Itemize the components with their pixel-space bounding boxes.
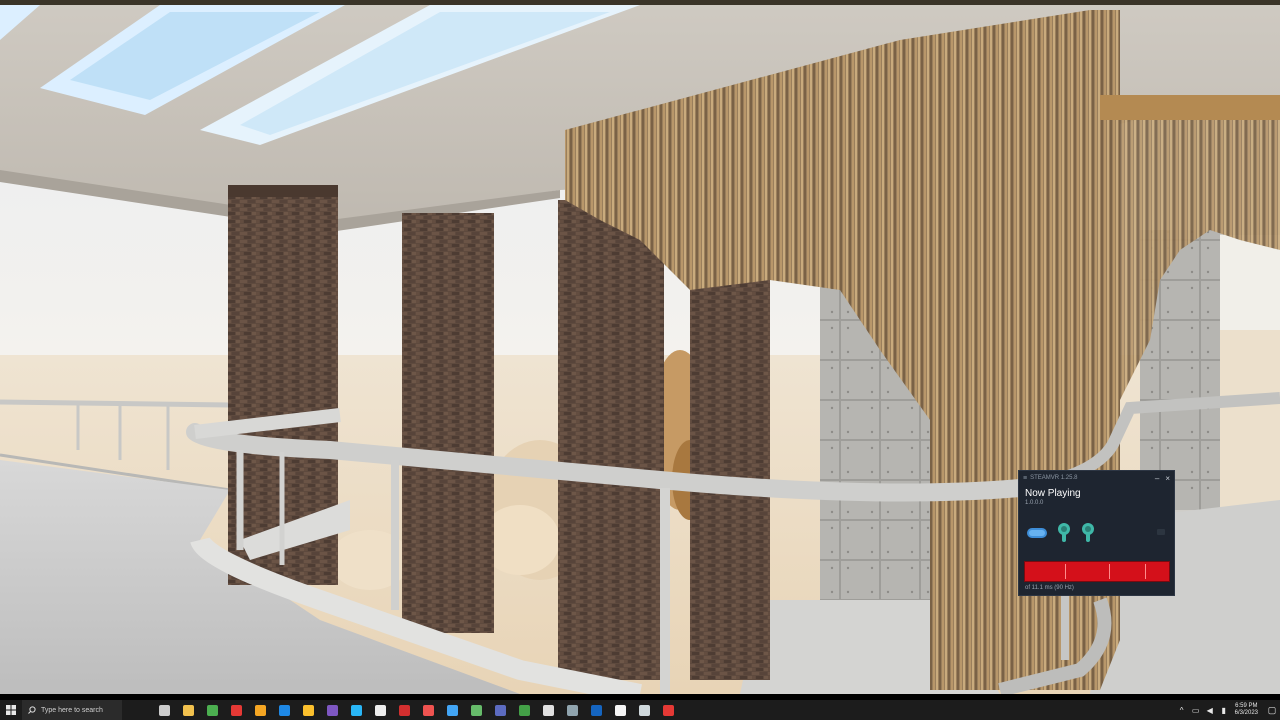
app-21-icon bbox=[638, 704, 650, 716]
taskbar-app-visual-studio[interactable] bbox=[320, 700, 344, 720]
steamvr-titlebar[interactable]: ≡ STEAMVR 1.25.8 – × bbox=[1019, 471, 1174, 485]
app-18-icon bbox=[566, 704, 578, 716]
taskbar-app-folder[interactable] bbox=[248, 700, 272, 720]
blue-app-icon bbox=[350, 704, 362, 716]
chrome-3-icon bbox=[518, 704, 530, 716]
taskbar-app-app-12[interactable] bbox=[416, 700, 440, 720]
volume-icon[interactable]: ◀ bbox=[1203, 706, 1217, 715]
taskbar-app-epic-unreal[interactable] bbox=[608, 700, 632, 720]
minimize-button[interactable]: – bbox=[1155, 474, 1159, 483]
frame-time-label: of 11.1 ms (90 Hz) bbox=[1025, 585, 1074, 591]
record-app-icon bbox=[662, 704, 674, 716]
taskbar-search-box[interactable]: Type here to search bbox=[22, 700, 122, 720]
graph-gridline bbox=[1109, 564, 1110, 579]
windows-taskbar: Type here to search ^ ▭ ◀ ▮ 6:59 PM 6/3/… bbox=[0, 700, 1280, 720]
red-app-icon bbox=[230, 704, 242, 716]
app-15-icon bbox=[494, 704, 506, 716]
taskbar-app-yellow-app[interactable] bbox=[296, 700, 320, 720]
taskbar-app-app-18[interactable] bbox=[560, 700, 584, 720]
graph-gridline bbox=[1065, 564, 1066, 579]
device-status-icons bbox=[1027, 523, 1165, 542]
file-explorer-icon bbox=[182, 704, 194, 716]
window-top-strip bbox=[0, 0, 1280, 5]
taskbar-app-app-15[interactable] bbox=[488, 700, 512, 720]
close-button[interactable]: × bbox=[1165, 474, 1170, 483]
controller-left-icon[interactable] bbox=[1058, 523, 1070, 542]
system-tray: ^ ▭ ◀ ▮ 6:59 PM 6/3/2023 ▢ bbox=[1175, 700, 1280, 720]
taskbar-app-task-view[interactable] bbox=[152, 700, 176, 720]
hamburger-icon[interactable]: ≡ bbox=[1023, 475, 1027, 482]
taskbar-app-app-13[interactable] bbox=[440, 700, 464, 720]
controller-right-icon[interactable] bbox=[1082, 523, 1094, 542]
steamvr-app-title: STEAMVR 1.25.8 bbox=[1030, 475, 1078, 481]
taskbar-app-chrome-2[interactable] bbox=[464, 700, 488, 720]
taskbar-pinned-apps bbox=[152, 700, 680, 720]
taskbar-app-chrome[interactable] bbox=[200, 700, 224, 720]
github-icon bbox=[374, 704, 386, 716]
task-view-icon bbox=[158, 704, 170, 716]
yellow-app-icon bbox=[302, 704, 314, 716]
app-19-icon bbox=[590, 704, 602, 716]
taskbar-app-chrome-3[interactable] bbox=[512, 700, 536, 720]
headset-icon[interactable] bbox=[1027, 528, 1047, 538]
vscode-icon bbox=[278, 704, 290, 716]
version-label: 1.0.0.0 bbox=[1025, 500, 1044, 506]
taskbar-clock[interactable]: 6:59 PM 6/3/2023 bbox=[1235, 703, 1258, 717]
taskbar-app-app-21[interactable] bbox=[632, 700, 656, 720]
tray-chevron-icon[interactable]: ^ bbox=[1175, 706, 1189, 715]
taskbar-app-app-17[interactable] bbox=[536, 700, 560, 720]
app-17-icon bbox=[542, 704, 554, 716]
start-button[interactable] bbox=[0, 700, 22, 720]
battery-icon[interactable]: ▮ bbox=[1217, 706, 1231, 715]
taskbar-app-record-app[interactable] bbox=[656, 700, 680, 720]
frame-timing-graph bbox=[1024, 561, 1170, 582]
epic-unreal-icon bbox=[614, 704, 626, 716]
windows-logo-icon bbox=[6, 705, 16, 715]
app-12-icon bbox=[422, 704, 434, 716]
folder-icon bbox=[254, 704, 266, 716]
taskbar-app-github[interactable] bbox=[368, 700, 392, 720]
network-icon[interactable]: ▭ bbox=[1189, 706, 1203, 715]
acrobat-icon bbox=[398, 704, 410, 716]
now-playing-label: Now Playing bbox=[1025, 488, 1081, 499]
app-13-icon bbox=[446, 704, 458, 716]
taskbar-app-file-explorer[interactable] bbox=[176, 700, 200, 720]
search-placeholder: Type here to search bbox=[41, 706, 103, 714]
chrome-icon bbox=[206, 704, 218, 716]
taskbar-app-acrobat[interactable] bbox=[392, 700, 416, 720]
faint-device-icon bbox=[1157, 529, 1165, 535]
taskbar-app-blue-app[interactable] bbox=[344, 700, 368, 720]
taskbar-app-vscode[interactable] bbox=[272, 700, 296, 720]
visual-studio-icon bbox=[326, 704, 338, 716]
steamvr-overlay-window[interactable]: ≡ STEAMVR 1.25.8 – × Now Playing 1.0.0.0… bbox=[1018, 470, 1175, 596]
notification-center-icon[interactable]: ▢ bbox=[1264, 705, 1280, 716]
clock-date: 6/3/2023 bbox=[1234, 710, 1258, 716]
clock-time: 6:59 PM bbox=[1235, 703, 1258, 709]
graph-gridline bbox=[1145, 564, 1146, 579]
taskbar-app-app-19[interactable] bbox=[584, 700, 608, 720]
taskbar-app-red-app[interactable] bbox=[224, 700, 248, 720]
chrome-2-icon bbox=[470, 704, 482, 716]
search-icon bbox=[28, 706, 36, 714]
